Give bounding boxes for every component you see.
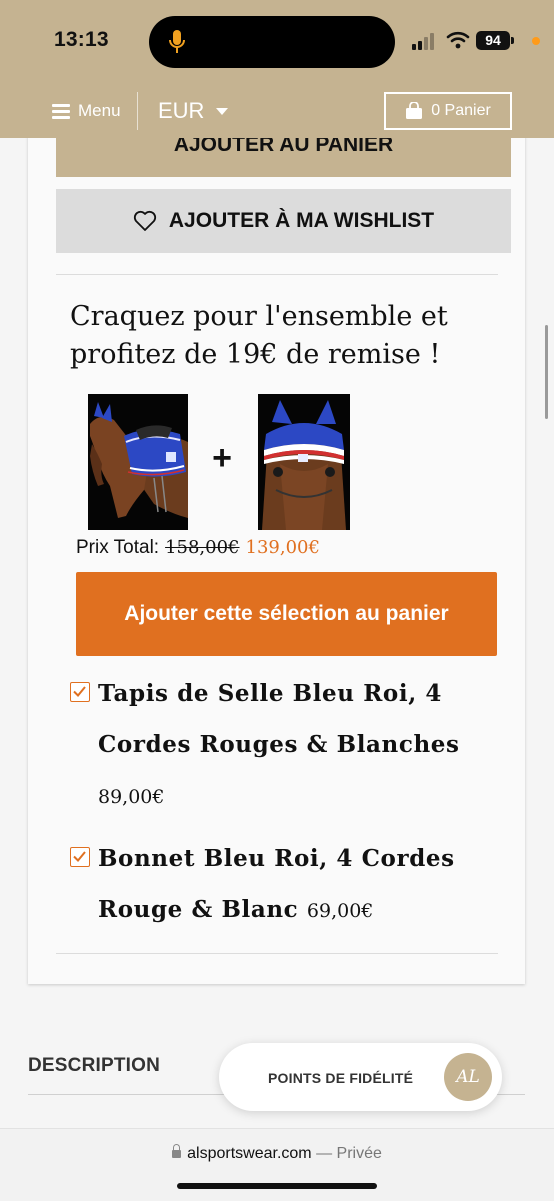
shopping-bag-icon xyxy=(406,102,423,119)
new-total-price: 139,00€ xyxy=(245,537,320,558)
bundle-product-image-saddle-pad[interactable] xyxy=(88,394,188,530)
url-display[interactable]: alsportswear.com — Privée xyxy=(0,1144,554,1163)
bundle-plus-sign: + xyxy=(212,439,232,477)
home-indicator[interactable] xyxy=(177,1183,377,1189)
menu-button[interactable]: Menu xyxy=(52,96,121,126)
bundle-product-image-bonnet[interactable] xyxy=(258,394,350,530)
heart-icon xyxy=(133,210,156,231)
bundle-item-price: 89,00€ xyxy=(98,786,165,808)
description-tab[interactable]: DESCRIPTION xyxy=(28,1055,160,1077)
menu-label: Menu xyxy=(78,101,121,120)
battery-indicator: 94 xyxy=(476,31,510,50)
wifi-icon xyxy=(446,31,470,49)
add-to-wishlist-button[interactable]: AJOUTER À MA WISHLIST xyxy=(56,189,511,253)
checkbox-checked-icon[interactable] xyxy=(70,682,90,702)
url-domain: alsportswear.com xyxy=(187,1145,312,1162)
status-time: 13:13 xyxy=(54,28,109,51)
hamburger-icon xyxy=(52,104,70,119)
scrollbar[interactable] xyxy=(545,325,548,419)
url-separator: — xyxy=(311,1145,337,1162)
browser-address-bar[interactable]: alsportswear.com — Privée xyxy=(0,1128,554,1201)
bundle-price-total: Prix Total: 158,00€ 139,00€ xyxy=(76,537,320,559)
add-selection-to-cart-button[interactable]: Ajouter cette sélection au panier xyxy=(76,572,497,656)
bundle-item: Tapis de Selle Bleu Roi, 4 Cordes Rouges… xyxy=(70,668,490,823)
checkbox-checked-icon[interactable] xyxy=(70,847,90,867)
brand-logo-icon: AL xyxy=(444,1053,492,1101)
privacy-indicator-dot xyxy=(532,37,540,45)
loyalty-label: POINTS DE FIDÉLITÉ xyxy=(268,1070,414,1086)
lock-icon xyxy=(172,1144,182,1158)
chevron-down-icon xyxy=(216,107,229,115)
bundle-item: Bonnet Bleu Roi, 4 Cordes Rouge & Blanc … xyxy=(70,833,490,937)
cellular-signal-icon xyxy=(412,33,434,50)
divider xyxy=(56,953,498,954)
battery-tip xyxy=(511,37,514,44)
old-total-price: 158,00€ xyxy=(165,537,240,558)
price-total-label: Prix Total: xyxy=(76,537,160,558)
currency-label: EUR xyxy=(158,98,205,123)
header-divider xyxy=(137,92,138,130)
divider xyxy=(56,274,498,275)
private-mode-label: Privée xyxy=(336,1145,382,1162)
cart-button[interactable]: 0 Panier xyxy=(384,92,512,130)
currency-selector[interactable]: EUR xyxy=(158,96,229,126)
loyalty-points-button[interactable]: POINTS DE FIDÉLITÉ AL xyxy=(219,1043,502,1111)
bundle-item-name[interactable]: Bonnet Bleu Roi, 4 Cordes Rouge & Blanc xyxy=(98,845,455,923)
bundle-title: Craquez pour l'ensemble et profitez de 1… xyxy=(70,301,448,370)
microphone-icon xyxy=(169,30,185,53)
wishlist-label: AJOUTER À MA WISHLIST xyxy=(168,209,435,232)
bundle-item-name[interactable]: Tapis de Selle Bleu Roi, 4 Cordes Rouges… xyxy=(98,680,460,758)
bundle-item-price: 69,00€ xyxy=(306,900,374,922)
cart-label: 0 Panier xyxy=(431,102,491,119)
site-header: 13:13 94 Menu EUR 0 Panier xyxy=(0,0,554,138)
